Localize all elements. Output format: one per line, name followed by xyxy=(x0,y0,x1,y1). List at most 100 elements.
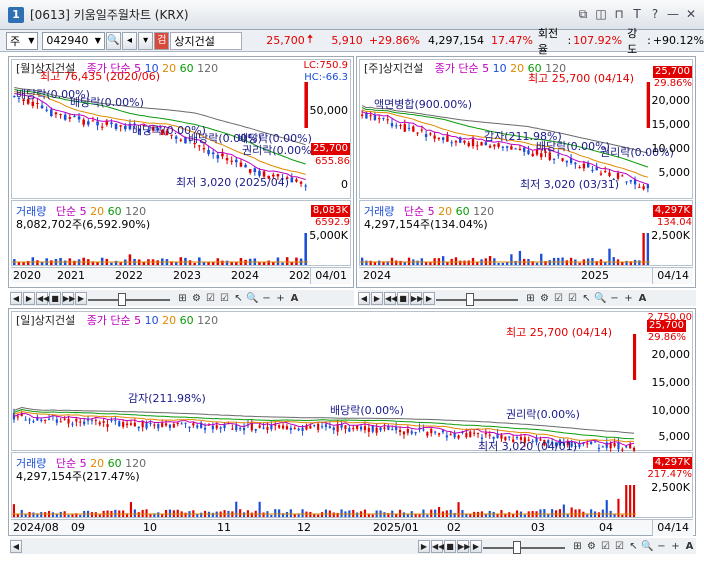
monthly-price-area[interactable]: [월]상지건설 종가 단순 5 10 20 60 120 최고 76,435 (… xyxy=(11,59,351,199)
daily-sub-tag: 29.86% xyxy=(647,332,686,343)
candle-body xyxy=(463,140,466,143)
daily-chart-pane: [일]상지건설 종가 단순 5 10 20 60 120 최고 25,700 (… xyxy=(8,308,696,536)
volume-bar xyxy=(32,512,35,517)
check-icon[interactable]: ☑ xyxy=(552,292,565,305)
zoom-out-icon[interactable]: − xyxy=(655,540,668,553)
candle-body xyxy=(352,427,355,430)
candle-body xyxy=(168,424,172,428)
grid-icon[interactable]: ⊞ xyxy=(176,292,189,305)
search-icon[interactable]: 🔍 xyxy=(105,31,121,50)
play-button[interactable]: ▶ xyxy=(470,539,482,553)
candle-body xyxy=(28,419,31,421)
link-icon[interactable]: ⧉ xyxy=(576,6,590,22)
market-badge: 검 xyxy=(154,31,170,50)
daily-x-label: 2024/08 xyxy=(13,521,59,534)
scroll-right-button[interactable]: ▶ xyxy=(23,291,35,305)
gear-icon[interactable]: ⚙ xyxy=(538,292,551,305)
zoom-slider[interactable] xyxy=(483,540,565,554)
grid-icon[interactable]: ⊞ xyxy=(571,540,584,553)
volume-bar xyxy=(476,262,479,265)
daily-price-area[interactable]: [일]상지건설 종가 단순 5 10 20 60 120 최고 25,700 (… xyxy=(11,311,693,456)
play-button[interactable]: ▶ xyxy=(75,291,87,305)
fast-forward-button[interactable]: ▶▶ xyxy=(457,539,470,553)
pin-icon[interactable]: ⊓ xyxy=(612,6,626,22)
candle-body xyxy=(290,177,294,183)
zoom-in-icon[interactable]: + xyxy=(274,292,287,305)
auto-scale-icon[interactable]: A xyxy=(683,540,696,553)
stop-button[interactable]: ■ xyxy=(444,539,456,553)
volume-bar xyxy=(395,514,398,517)
weekly-axis-5000: 5,000 xyxy=(658,166,691,179)
scroll-left-button[interactable]: ◀ xyxy=(10,291,22,305)
candle-body xyxy=(157,423,160,429)
candle-body xyxy=(629,180,632,182)
volume-bar xyxy=(449,509,452,517)
check-icon[interactable]: ☑ xyxy=(566,292,579,305)
check-icon[interactable]: ☑ xyxy=(204,292,217,305)
stop-button[interactable]: ■ xyxy=(49,291,61,305)
zoom-out-icon[interactable]: − xyxy=(260,292,273,305)
gear-icon[interactable]: ⚙ xyxy=(585,540,598,553)
scroll-right-button[interactable]: ▶ xyxy=(418,539,430,553)
candle-body xyxy=(471,138,475,147)
candle-body xyxy=(422,429,425,431)
volume-bar xyxy=(613,514,616,517)
magnifier-icon[interactable]: 🔍 xyxy=(594,292,607,305)
scroll-left-button[interactable]: ◀ xyxy=(358,291,370,305)
zoom-in-icon[interactable]: + xyxy=(622,292,635,305)
monthly-vol-sub-tag: 6592.9 xyxy=(315,217,350,228)
zoom-slider[interactable] xyxy=(88,292,170,306)
monthly-volume-area[interactable]: 거래량 단순 5 20 60 120 8,082,702주(6,592.90%)… xyxy=(11,200,351,266)
fast-forward-button[interactable]: ▶▶ xyxy=(410,291,423,305)
play-button[interactable]: ▶ xyxy=(423,291,435,305)
weekly-x-label: 2025 xyxy=(581,269,609,282)
cursor-icon[interactable]: ↖ xyxy=(580,292,593,305)
zoom-out-icon[interactable]: − xyxy=(608,292,621,305)
volume-bar xyxy=(258,501,261,517)
weekly-price-area[interactable]: [주]상지건설 종가 단순 5 10 20 60 120 최고 25,700 (… xyxy=(359,59,693,199)
magnifier-icon[interactable]: 🔍 xyxy=(246,292,259,305)
close-icon[interactable]: ✕ xyxy=(684,6,698,22)
magnifier-icon[interactable]: 🔍 xyxy=(641,540,654,553)
volume-bar xyxy=(119,262,122,265)
weekly-volume-area[interactable]: 거래량 단순 5 20 60 120 4,297,154주(134.04%) 4… xyxy=(359,200,693,266)
candle-body xyxy=(196,425,199,428)
grid-icon[interactable]: ⊞ xyxy=(524,292,537,305)
sound-icon[interactable]: ◂ xyxy=(121,31,138,50)
auto-scale-icon[interactable]: A xyxy=(288,292,301,305)
volume-bar xyxy=(110,262,113,265)
volume-bar xyxy=(642,233,645,265)
layout-icon[interactable]: ◫ xyxy=(594,6,608,22)
candle-body xyxy=(398,430,402,432)
period-select[interactable]: 주 ▼ xyxy=(6,31,39,50)
check-icon[interactable]: ☑ xyxy=(218,292,231,305)
check-icon[interactable]: ☑ xyxy=(599,540,612,553)
font-icon[interactable]: T xyxy=(630,6,644,22)
rewind-button[interactable]: ◀◀ xyxy=(384,291,397,305)
candle-body xyxy=(230,160,233,162)
rewind-button[interactable]: ◀◀ xyxy=(431,539,444,553)
fast-forward-button[interactable]: ▶▶ xyxy=(62,291,75,305)
rewind-button[interactable]: ◀◀ xyxy=(36,291,49,305)
gear-icon[interactable]: ⚙ xyxy=(190,292,203,305)
scroll-right-button[interactable]: ▶ xyxy=(371,291,383,305)
check-icon[interactable]: ☑ xyxy=(613,540,626,553)
monthly-axis-50000: 50,000 xyxy=(309,104,349,117)
menu-icon[interactable]: ▾ xyxy=(138,31,154,50)
zoom-in-icon[interactable]: + xyxy=(669,540,682,553)
volume-bar xyxy=(398,509,402,517)
cursor-icon[interactable]: ↖ xyxy=(232,292,245,305)
scroll-left-button[interactable]: ◀ xyxy=(10,539,22,553)
auto-scale-icon[interactable]: A xyxy=(636,292,649,305)
stop-button[interactable]: ■ xyxy=(397,291,409,305)
candle-body xyxy=(601,446,604,448)
stock-code-input[interactable]: 042940 ▼ xyxy=(42,31,105,50)
minimize-icon[interactable]: — xyxy=(666,6,680,22)
zoom-slider[interactable] xyxy=(436,292,518,306)
cursor-icon[interactable]: ↖ xyxy=(627,540,640,553)
volume-bar xyxy=(569,257,573,265)
daily-volume-area[interactable]: 거래량 단순 5 20 60 120 4,297,154주(217.47%) 4… xyxy=(11,452,693,518)
help-icon[interactable]: ? xyxy=(648,6,662,22)
candle-body xyxy=(609,443,612,449)
candle-body xyxy=(467,142,470,147)
